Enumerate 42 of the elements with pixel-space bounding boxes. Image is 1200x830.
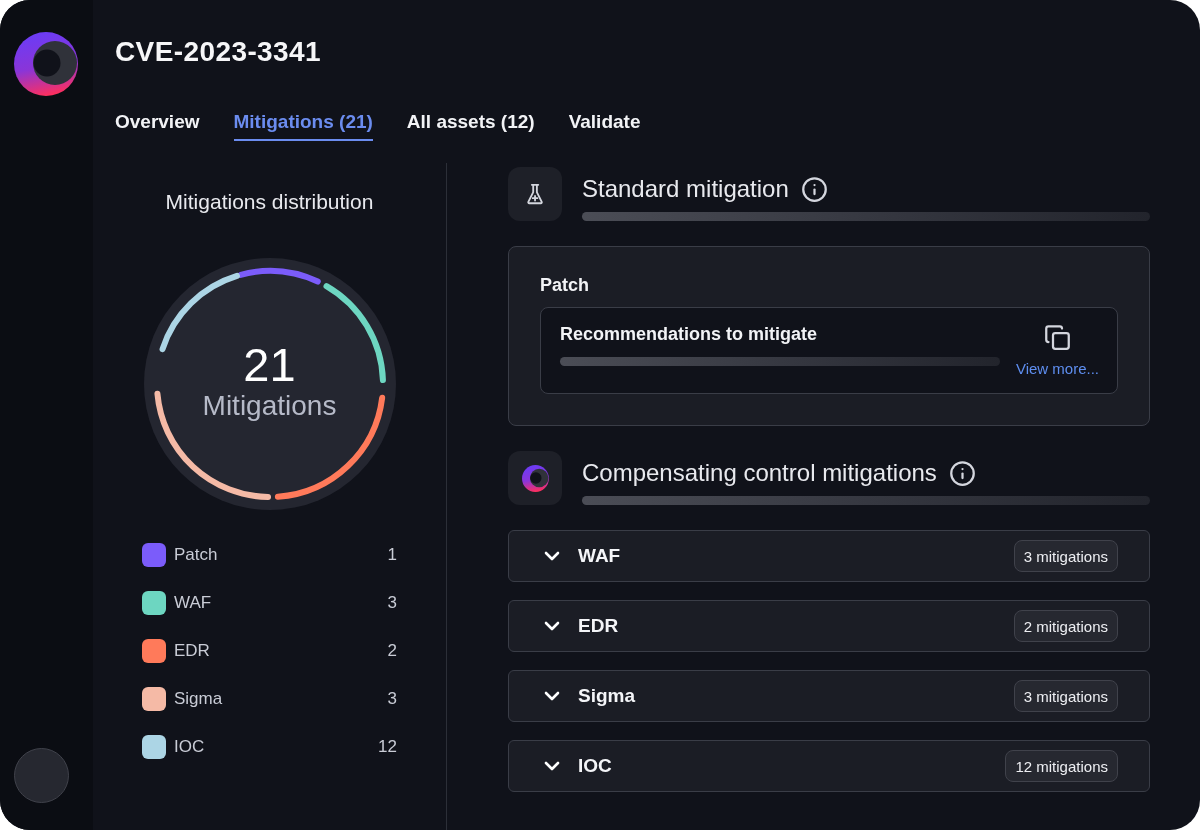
copy-icon [1043,324,1071,351]
tab[interactable]: Mitigations (21) [233,110,373,141]
card-title: Patch [540,274,591,297]
logo-icon [508,451,562,505]
legend-count: 2 [387,641,397,661]
info-icon[interactable] [948,459,976,487]
accordion-row[interactable]: EDR 2 mitigations [508,600,1150,652]
logo-icon [14,32,78,96]
accordion-label: Sigma [578,685,637,707]
section-title: Compensating control mitigations [582,458,937,488]
tab[interactable]: Validate [568,110,641,141]
tab[interactable]: All assets (12) [406,110,535,141]
accordion-label: WAF [578,545,622,567]
legend-count: 1 [387,545,397,565]
accordion-row[interactable]: Sigma 3 mitigations [508,670,1150,722]
count-badge: 3 mitigations [1013,680,1118,712]
info-icon[interactable] [800,175,828,203]
accordion-label: IOC [578,755,613,777]
accordion-row[interactable]: IOC 12 mitigations [508,740,1150,792]
recommendation-title: Recommendations to mitigate [560,323,819,346]
view-more-link[interactable]: View more... [1015,359,1099,379]
legend-label: Sigma [174,689,224,709]
flask-icon [508,167,562,221]
legend-label: IOC [174,737,206,757]
total-label: Mitigations [202,390,337,422]
accordion-row[interactable]: WAF 3 mitigations [508,530,1150,582]
tab[interactable]: Overview [115,110,200,141]
legend-label: EDR [174,641,211,661]
legend-count: 12 [378,737,397,757]
panel-title: Mitigations distribution [165,189,374,215]
section-title: Standard mitigation [582,174,789,204]
legend-label: WAF [174,593,213,613]
count-badge: 2 mitigations [1013,610,1118,642]
accordion-label: EDR [578,615,620,637]
page-title: CVE-2023-3341 [115,35,322,69]
copy-button[interactable] [1043,324,1071,351]
total-count: 21 [243,340,296,390]
legend-label: Patch [174,545,219,565]
legend-count: 3 [387,593,397,613]
count-badge: 3 mitigations [1013,540,1118,572]
count-badge: 12 mitigations [1005,750,1118,782]
legend-count: 3 [387,689,397,709]
